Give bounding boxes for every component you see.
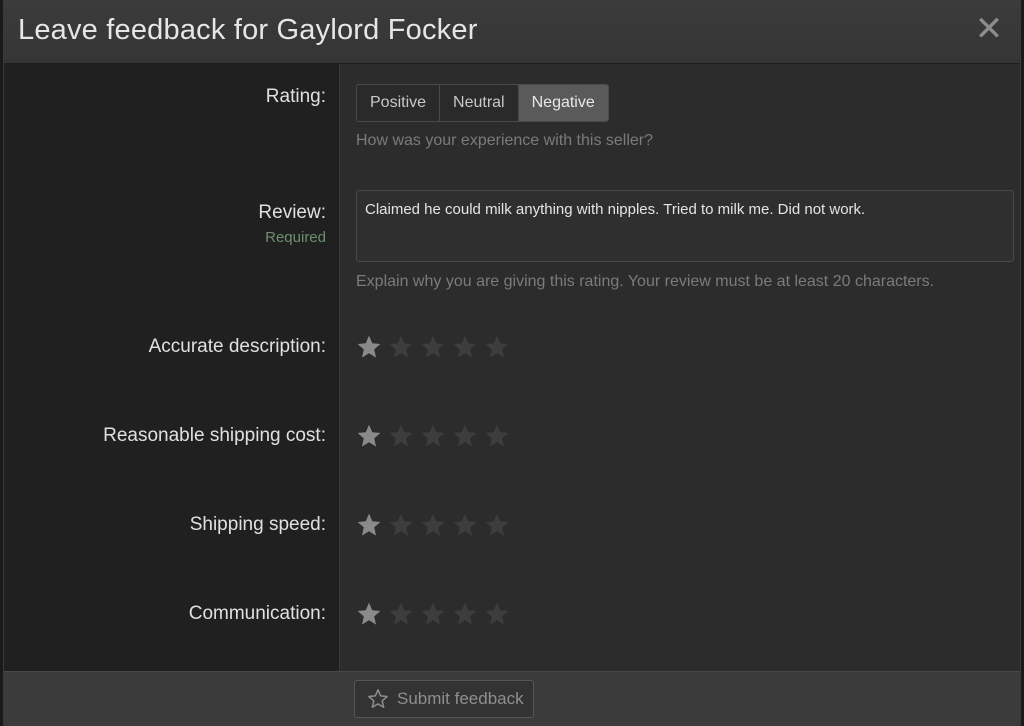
star-outline-icon [368,689,388,708]
rating-neutral-button[interactable]: Neutral [440,85,519,121]
accurate-description-label: Accurate description: [148,336,326,357]
star-icon[interactable] [420,334,446,360]
star-icon[interactable] [484,512,510,538]
shipping-speed-label: Shipping speed: [189,514,326,535]
label-column: Rating: Review: Required Accurate descri… [4,64,340,671]
star-icon[interactable] [356,512,382,538]
shipping-cost-label: Reasonable shipping cost: [103,425,326,446]
rating-positive-button[interactable]: Positive [357,85,441,121]
star-icon[interactable] [388,334,414,360]
star-icon[interactable] [484,334,510,360]
star-icon[interactable] [388,512,414,538]
star-icon[interactable] [356,601,382,627]
dialog-titlebar: Leave feedback for Gaylord Focker ✕ [4,0,1020,64]
accurate-description-stars [356,334,510,360]
star-icon[interactable] [420,512,446,538]
star-icon[interactable] [420,423,446,449]
rating-hint: How was your experience with this seller… [356,132,654,149]
star-icon[interactable] [484,423,510,449]
star-icon[interactable] [452,512,478,538]
submit-feedback-label: Submit feedback [397,689,524,708]
review-label: Review: [258,202,326,223]
star-icon[interactable] [388,423,414,449]
submit-feedback-button[interactable]: Submit feedback [354,680,534,718]
close-icon[interactable]: ✕ [974,12,1004,46]
form-content: Positive Neutral Negative How was your e… [340,64,1020,671]
star-icon[interactable] [356,334,382,360]
communication-label: Communication: [188,603,326,624]
required-label: Required [265,229,326,246]
shipping-cost-stars [356,423,510,449]
star-icon[interactable] [484,601,510,627]
feedback-dialog: Leave feedback for Gaylord Focker ✕ Rati… [3,0,1021,726]
rating-segmented-control: Positive Neutral Negative [356,84,609,122]
rating-negative-button[interactable]: Negative [518,85,608,121]
dialog-footer: Submit feedback [4,671,1020,726]
star-icon[interactable] [420,601,446,627]
star-icon[interactable] [452,601,478,627]
star-icon[interactable] [388,601,414,627]
star-icon[interactable] [452,423,478,449]
star-icon[interactable] [452,334,478,360]
star-icon[interactable] [356,423,382,449]
rating-label: Rating: [265,86,326,107]
review-textarea[interactable]: Claimed he could milk anything with nipp… [356,190,1014,262]
dialog-title: Leave feedback for Gaylord Focker [18,14,478,46]
shipping-speed-stars [356,512,510,538]
communication-stars [356,601,510,627]
review-hint: Explain why you are giving this rating. … [356,273,935,290]
